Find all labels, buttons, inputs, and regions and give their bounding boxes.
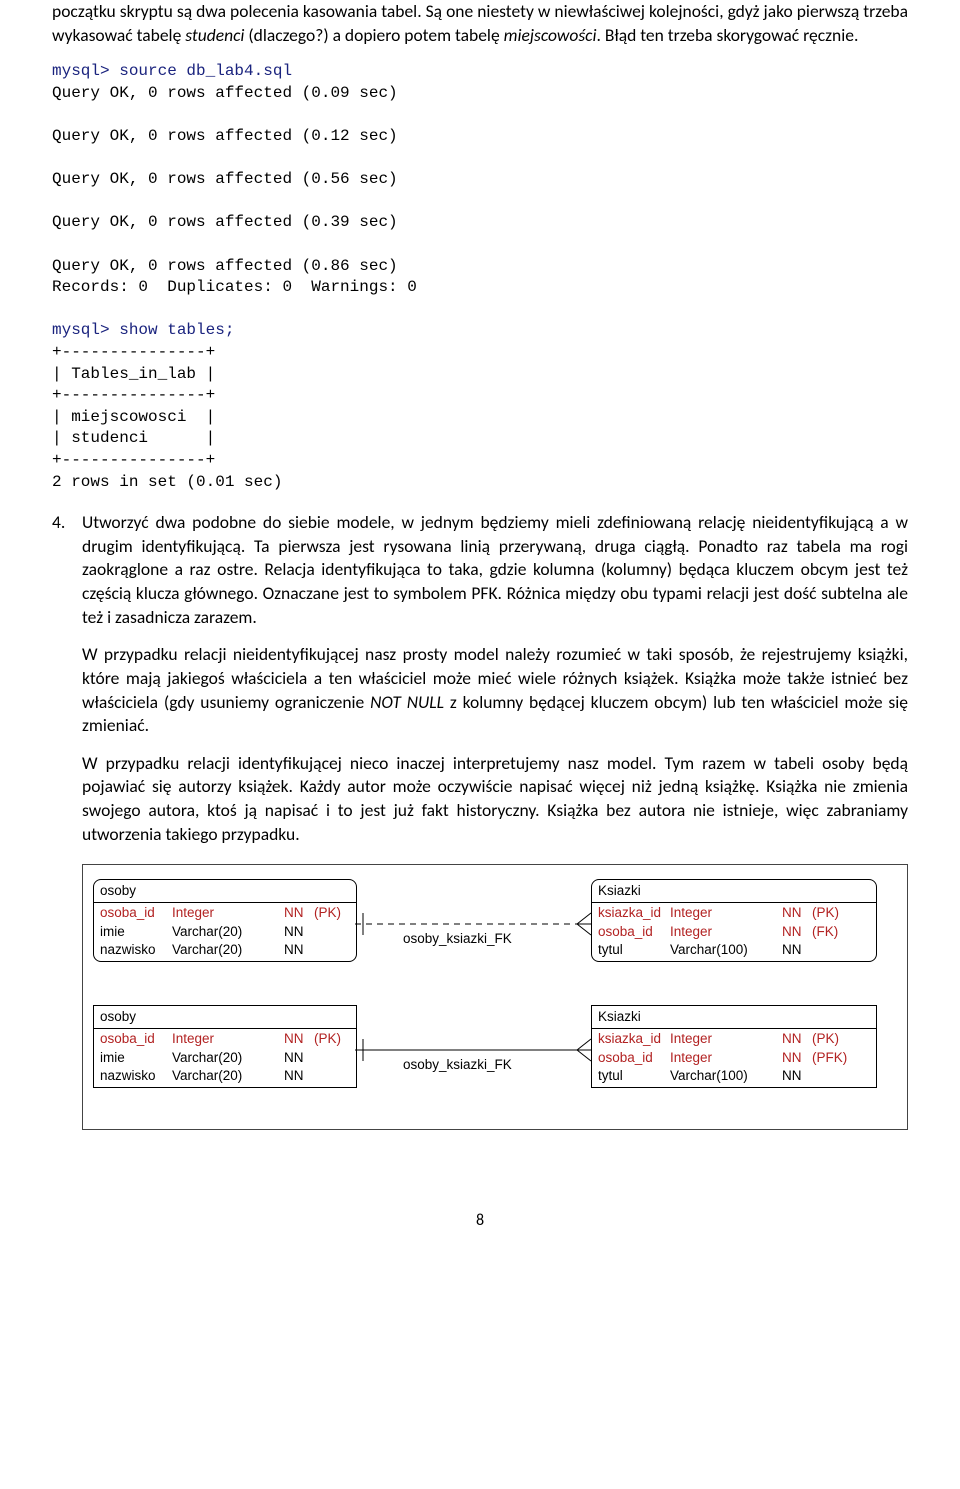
col-nn: NN — [782, 1067, 812, 1085]
table-ksiazki: Ksiazki ksiazka_idIntegerNN(PK) osoba_id… — [591, 1005, 877, 1088]
col-nn: NN — [284, 904, 314, 922]
col-name: imie — [100, 923, 172, 941]
sql-command: mysql> source db_lab4.sql — [52, 62, 292, 80]
col-nn: NN — [284, 923, 314, 941]
col-type: Varchar(20) — [172, 923, 284, 941]
emphasis: miejscowości — [504, 24, 597, 46]
col-name: osoba_id — [100, 1030, 172, 1048]
text: (dlaczego?) a dopiero potem tabelę — [244, 24, 503, 46]
col-name: ksiazka_id — [598, 1030, 670, 1048]
code-line: +---------------+ — [52, 386, 215, 404]
table-header: osoby — [94, 1006, 356, 1029]
code-line: Query OK, 0 rows affected (0.56 sec) — [52, 170, 398, 188]
col-key: (PFK) — [812, 1049, 848, 1067]
code-line: Query OK, 0 rows affected (0.39 sec) — [52, 213, 398, 231]
table-header: Ksiazki — [592, 1006, 876, 1029]
col-key: (PK) — [812, 1030, 848, 1048]
col-key — [314, 923, 350, 941]
col-type: Integer — [172, 904, 284, 922]
col-nn: NN — [284, 1067, 314, 1085]
er-diagram: osoby osoba_idIntegerNN(PK) imieVarchar(… — [82, 864, 908, 1130]
code-line: | Tables_in_lab | — [52, 365, 215, 383]
col-nn: NN — [782, 923, 812, 941]
col-nn: NN — [284, 1049, 314, 1067]
col-key — [314, 1067, 350, 1085]
col-name: nazwisko — [100, 1067, 172, 1085]
code-line: Query OK, 0 rows affected (0.09 sec) — [52, 84, 398, 102]
col-type: Integer — [670, 1049, 782, 1067]
paragraph: Utworzyć dwa podobne do siebie modele, w… — [82, 511, 908, 629]
code-line: 2 rows in set (0.01 sec) — [52, 473, 282, 491]
text: . Błąd ten trzeba skorygować ręcznie. — [596, 24, 858, 46]
relation-label: osoby_ksiazki_FK — [403, 1056, 512, 1074]
col-key — [812, 1067, 848, 1085]
table-ksiazki: Ksiazki ksiazka_idIntegerNN(PK) osoba_id… — [591, 879, 877, 962]
page-number: 8 — [52, 1210, 908, 1232]
code-line: +---------------+ — [52, 451, 215, 469]
col-type: Integer — [172, 1030, 284, 1048]
col-key — [314, 941, 350, 959]
code-line: Records: 0 Duplicates: 0 Warnings: 0 — [52, 278, 417, 296]
col-key: (PK) — [812, 904, 848, 922]
col-name: osoba_id — [598, 923, 670, 941]
code-line: | studenci | — [52, 429, 215, 447]
code-line: | miejscowosci | — [52, 408, 215, 426]
model-identifying: osoby osoba_idIntegerNN(PK) imieVarchar(… — [93, 1005, 897, 1113]
emphasis: NOT NULL — [370, 691, 444, 713]
sql-command: mysql> show tables; — [52, 321, 234, 339]
col-name: osoba_id — [100, 904, 172, 922]
col-key: (PK) — [314, 1030, 350, 1048]
col-nn: NN — [782, 941, 812, 959]
col-type: Integer — [670, 904, 782, 922]
col-key — [812, 941, 848, 959]
emphasis: studenci — [185, 24, 244, 46]
table-osoby: osoby osoba_idIntegerNN(PK) imieVarchar(… — [93, 1005, 357, 1088]
col-key: (PK) — [314, 904, 350, 922]
list-item-4: 4. Utworzyć dwa podobne do siebie modele… — [52, 511, 908, 1130]
paragraph: W przypadku relacji identyfikującej niec… — [82, 752, 908, 847]
table-header: osoby — [94, 880, 356, 903]
col-nn: NN — [284, 1030, 314, 1048]
col-name: osoba_id — [598, 1049, 670, 1067]
col-type: Integer — [670, 923, 782, 941]
code-line: Query OK, 0 rows affected (0.12 sec) — [52, 127, 398, 145]
col-nn: NN — [782, 1030, 812, 1048]
col-key: (FK) — [812, 923, 848, 941]
col-name: imie — [100, 1049, 172, 1067]
code-line: +---------------+ — [52, 343, 215, 361]
col-nn: NN — [782, 904, 812, 922]
col-name: tytul — [598, 941, 670, 959]
col-name: tytul — [598, 1067, 670, 1085]
col-type: Varchar(100) — [670, 1067, 782, 1085]
paragraph-1: początku skryptu są dwa polecenia kasowa… — [52, 0, 908, 47]
code-block: mysql> source db_lab4.sql Query OK, 0 ro… — [52, 61, 908, 493]
col-type: Varchar(100) — [670, 941, 782, 959]
table-osoby: osoby osoba_idIntegerNN(PK) imieVarchar(… — [93, 879, 357, 962]
relation-label: osoby_ksiazki_FK — [403, 930, 512, 948]
col-name: nazwisko — [100, 941, 172, 959]
table-header: Ksiazki — [592, 880, 876, 903]
col-type: Varchar(20) — [172, 941, 284, 959]
list-number: 4. — [52, 511, 82, 535]
col-type: Varchar(20) — [172, 1049, 284, 1067]
col-name: ksiazka_id — [598, 904, 670, 922]
col-type: Varchar(20) — [172, 1067, 284, 1085]
col-type: Integer — [670, 1030, 782, 1048]
model-nonidentifying: osoby osoba_idIntegerNN(PK) imieVarchar(… — [93, 879, 897, 987]
code-line: Query OK, 0 rows affected (0.86 sec) — [52, 257, 398, 275]
paragraph: W przypadku relacji nieidentyfikującej n… — [82, 643, 908, 738]
col-nn: NN — [284, 941, 314, 959]
col-key — [314, 1049, 350, 1067]
col-nn: NN — [782, 1049, 812, 1067]
